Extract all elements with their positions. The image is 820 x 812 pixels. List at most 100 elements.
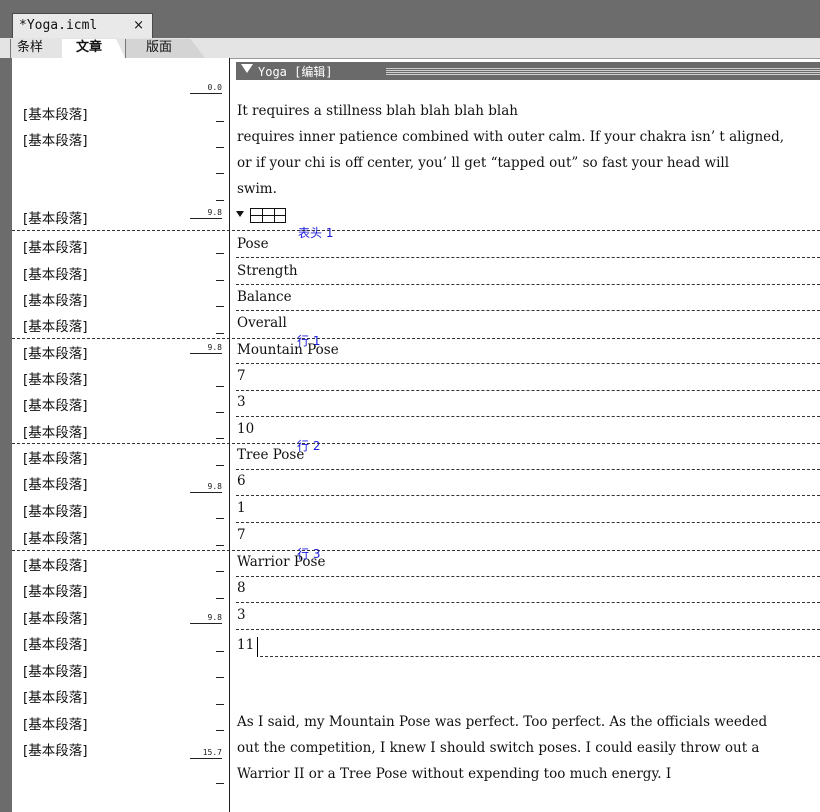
style-label[interactable]: [基本段落] bbox=[23, 554, 88, 574]
style-label[interactable]: [基本段落] bbox=[23, 660, 88, 680]
table-cell[interactable]: 7 bbox=[237, 368, 246, 384]
ruler-tick bbox=[216, 121, 224, 122]
table-cell[interactable]: Pose bbox=[237, 236, 269, 252]
text-line[interactable]: It requires a stillness blah blah blah b… bbox=[237, 103, 518, 119]
table-cell[interactable]: Balance bbox=[237, 289, 292, 305]
view-tab-strip: 条样 文章 版面 bbox=[0, 38, 820, 59]
ruler-tick bbox=[216, 518, 224, 519]
ruler-tick bbox=[216, 704, 224, 705]
story-header[interactable]: Yoga [编辑] bbox=[236, 62, 820, 80]
depth-marker: 9.8 bbox=[190, 481, 222, 493]
ruler-tick bbox=[216, 386, 224, 387]
text-line[interactable]: As I said, my Mountain Pose was perfect.… bbox=[237, 714, 767, 730]
table-cell[interactable]: 3 bbox=[237, 607, 246, 623]
ruler-tick bbox=[216, 545, 224, 546]
ruler-tick bbox=[216, 333, 224, 334]
style-label[interactable]: [基本段落] bbox=[23, 633, 88, 653]
table-cell[interactable]: Tree Pose bbox=[237, 447, 304, 463]
cell-separator bbox=[260, 656, 820, 657]
cell-separator bbox=[236, 310, 820, 311]
depth-marker: 9.8 bbox=[190, 342, 222, 354]
style-label[interactable]: [基本段落] bbox=[23, 447, 88, 467]
cell-separator bbox=[236, 363, 820, 364]
table-collapse-icon[interactable] bbox=[236, 211, 244, 217]
table-cell[interactable]: Mountain Pose bbox=[237, 342, 339, 358]
style-label[interactable]: [基本段落] bbox=[23, 103, 88, 123]
ruler-tick bbox=[216, 280, 224, 281]
tab-galley[interactable]: 条样 bbox=[10, 39, 62, 58]
table-cell[interactable]: Strength bbox=[237, 263, 298, 279]
text-line[interactable]: out the competition, I knew I should swi… bbox=[237, 740, 760, 756]
style-label[interactable]: [基本段落] bbox=[23, 686, 88, 706]
ruler-tick bbox=[216, 253, 224, 254]
table-cell[interactable]: 10 bbox=[237, 421, 254, 437]
depth-marker: 15.7 bbox=[190, 747, 222, 759]
ruler-tick bbox=[216, 651, 224, 652]
style-label[interactable]: [基本段落] bbox=[23, 394, 88, 414]
ruler-tick bbox=[216, 730, 224, 731]
ruler-tick bbox=[216, 438, 224, 439]
text-line[interactable]: requires inner patience combined with ou… bbox=[237, 129, 784, 145]
cell-separator bbox=[236, 629, 820, 630]
ruler-tick bbox=[216, 571, 224, 572]
style-label[interactable]: [基本段落] bbox=[23, 713, 88, 733]
cell-separator bbox=[236, 284, 820, 285]
row-label-3: 行 3 bbox=[297, 547, 321, 561]
text-line[interactable]: Warrior II or a Tree Pose without expend… bbox=[237, 766, 671, 782]
row-separator bbox=[12, 550, 820, 551]
table-cell[interactable]: 8 bbox=[237, 580, 246, 596]
cell-separator bbox=[236, 416, 820, 417]
style-label[interactable]: [基本段落] bbox=[23, 473, 88, 493]
ruler-tick bbox=[216, 465, 224, 466]
ruler-tick bbox=[216, 783, 224, 784]
table-cell[interactable]: Overall bbox=[237, 315, 287, 331]
text-cursor bbox=[257, 637, 258, 657]
ruler-tick bbox=[216, 412, 224, 413]
text-line[interactable]: or if your chi is off center, you’ ll ge… bbox=[237, 155, 729, 171]
ruler-tick bbox=[216, 147, 224, 148]
tab-layout[interactable]: 版面 bbox=[125, 39, 205, 58]
cell-separator bbox=[236, 522, 820, 523]
cell-separator bbox=[236, 576, 820, 577]
row-separator bbox=[12, 338, 820, 339]
document-tab[interactable]: *Yoga.icml × bbox=[12, 13, 153, 38]
table-cell[interactable]: 6 bbox=[237, 473, 246, 489]
text-line[interactable]: swim. bbox=[237, 181, 277, 197]
table-icon bbox=[250, 208, 286, 223]
cell-separator bbox=[236, 602, 820, 603]
style-label[interactable]: [基本段落] bbox=[23, 315, 88, 335]
style-label[interactable]: [基本段落] bbox=[23, 263, 88, 283]
left-frame bbox=[0, 58, 12, 812]
row-separator bbox=[12, 230, 820, 231]
row-label-header: 表头 1 bbox=[298, 226, 334, 240]
depth-marker: 9.8 bbox=[190, 612, 222, 624]
style-label[interactable]: [基本段落] bbox=[23, 580, 88, 600]
tab-story[interactable]: 文章 bbox=[62, 39, 125, 58]
style-label[interactable]: [基本段落] bbox=[23, 421, 88, 441]
document-title: *Yoga.icml bbox=[19, 18, 98, 33]
ruler-tick bbox=[216, 306, 224, 307]
style-label[interactable]: [基本段落] bbox=[23, 527, 88, 547]
column-divider[interactable] bbox=[229, 58, 230, 812]
table-cell[interactable]: 1 bbox=[237, 500, 246, 516]
style-label[interactable]: [基本段落] bbox=[23, 739, 88, 759]
style-label[interactable]: [基本段落] bbox=[23, 289, 88, 309]
style-label[interactable]: [基本段落] bbox=[23, 500, 88, 520]
cell-separator bbox=[236, 257, 820, 258]
style-label[interactable]: [基本段落] bbox=[23, 129, 88, 149]
style-label[interactable]: [基本段落] bbox=[23, 342, 88, 362]
ruler-tick bbox=[216, 598, 224, 599]
close-icon[interactable]: × bbox=[133, 14, 144, 37]
style-label[interactable]: [基本段落] bbox=[23, 368, 88, 388]
table-cell[interactable]: 11 bbox=[237, 637, 254, 653]
style-label[interactable]: [基本段落] bbox=[23, 236, 88, 256]
story-title: Yoga [编辑] bbox=[258, 65, 333, 79]
style-label[interactable]: [基本段落] bbox=[23, 207, 88, 227]
cell-separator bbox=[236, 390, 820, 391]
depth-marker: 9.8 bbox=[190, 207, 222, 219]
table-cell[interactable]: 7 bbox=[237, 527, 246, 543]
depth-marker: 0.0 bbox=[190, 82, 222, 94]
table-cell[interactable]: 3 bbox=[237, 394, 246, 410]
collapse-triangle-icon[interactable] bbox=[241, 64, 253, 73]
style-label[interactable]: [基本段落] bbox=[23, 607, 88, 627]
